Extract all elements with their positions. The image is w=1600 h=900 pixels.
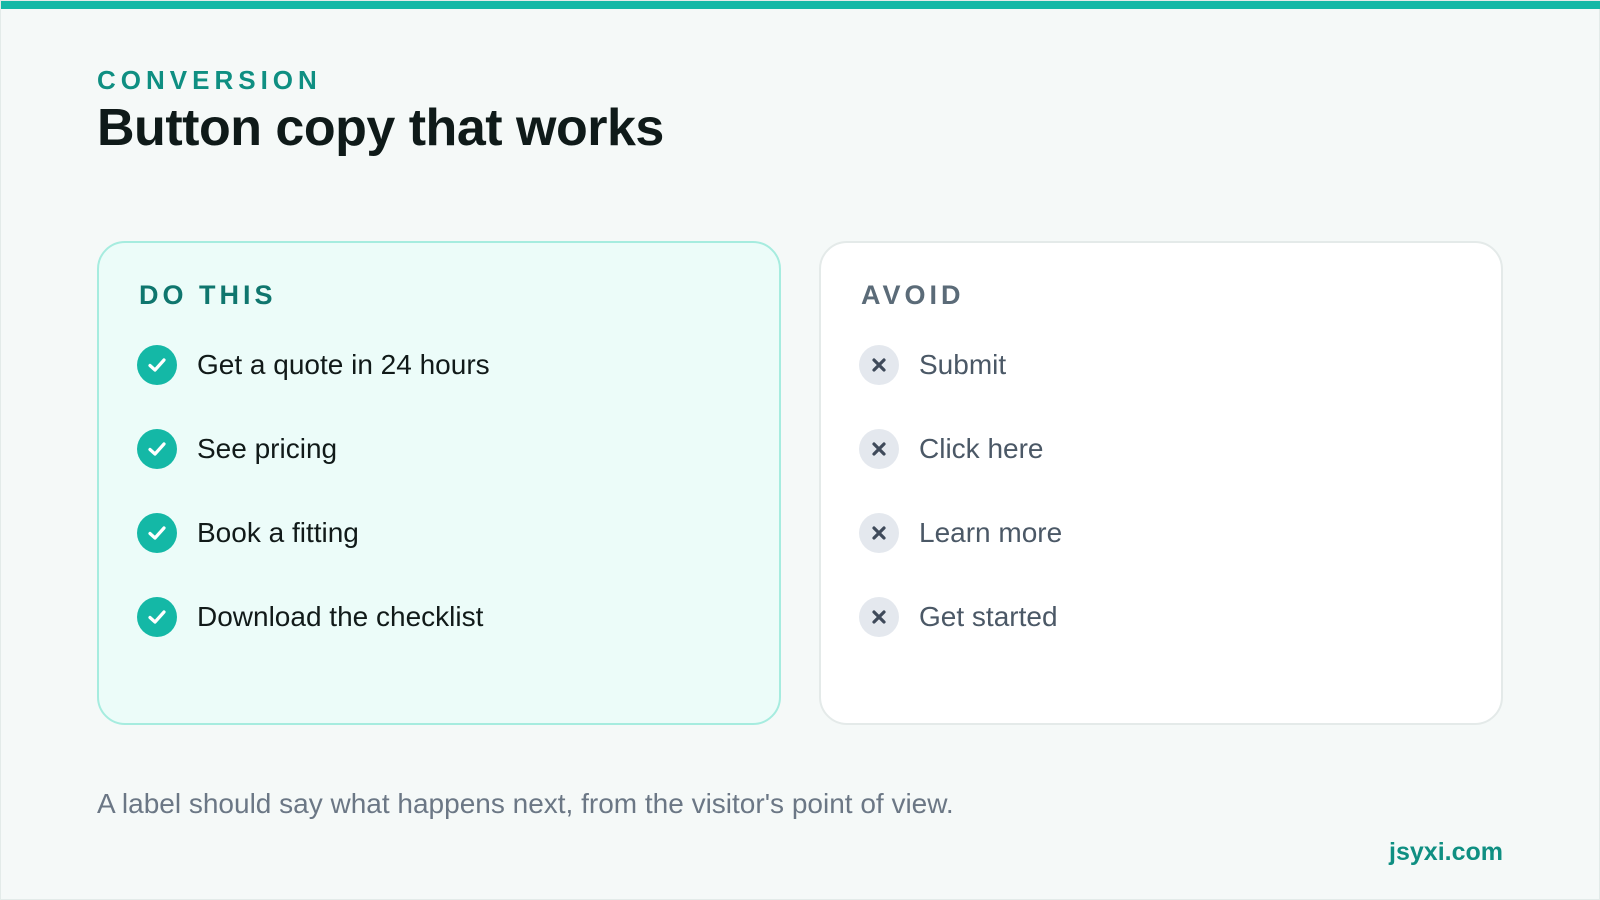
- do-item-label: Book a fitting: [197, 517, 359, 548]
- do-item-label: See pricing: [197, 433, 338, 464]
- x-circle-icon: [859, 345, 899, 385]
- check-circle-icon: [137, 513, 177, 553]
- do-this-heading: DO THIS: [139, 280, 277, 310]
- eyebrow-label: CONVERSION: [97, 65, 322, 95]
- page-title: Button copy that works: [97, 99, 664, 157]
- top-accent-bar: [1, 1, 1600, 9]
- brand-link[interactable]: jsyxi.com: [1389, 837, 1503, 867]
- do-this-card: DO THIS Get a quote in 24 hours See pric…: [97, 241, 781, 725]
- do-list-item: See pricing: [137, 427, 337, 471]
- caption-text: A label should say what happens next, fr…: [97, 788, 954, 819]
- do-list-item: Book a fitting: [137, 511, 359, 555]
- avoid-item-label: Click here: [919, 433, 1044, 464]
- avoid-list-item: Click here: [859, 427, 1043, 471]
- do-list-item: Download the checklist: [137, 595, 483, 639]
- avoid-item-label: Learn more: [919, 517, 1063, 548]
- check-circle-icon: [137, 597, 177, 637]
- check-circle-icon: [137, 429, 177, 469]
- x-circle-icon: [859, 513, 899, 553]
- slide: CONVERSION Button copy that works DO THI…: [0, 0, 1600, 900]
- avoid-list-item: Learn more: [859, 511, 1062, 555]
- avoid-item-label: Get started: [919, 601, 1058, 632]
- do-item-label: Download the checklist: [197, 601, 484, 632]
- do-item-label: Get a quote in 24 hours: [197, 349, 490, 380]
- check-circle-icon: [137, 345, 177, 385]
- avoid-card: AVOID Submit Click here Learn more Get s…: [819, 241, 1503, 725]
- avoid-heading: AVOID: [861, 280, 965, 310]
- do-list-item: Get a quote in 24 hours: [137, 343, 490, 387]
- avoid-list-item: Get started: [859, 595, 1058, 639]
- avoid-list-item: Submit: [859, 343, 1006, 387]
- x-circle-icon: [859, 429, 899, 469]
- x-circle-icon: [859, 597, 899, 637]
- avoid-item-label: Submit: [919, 349, 1007, 380]
